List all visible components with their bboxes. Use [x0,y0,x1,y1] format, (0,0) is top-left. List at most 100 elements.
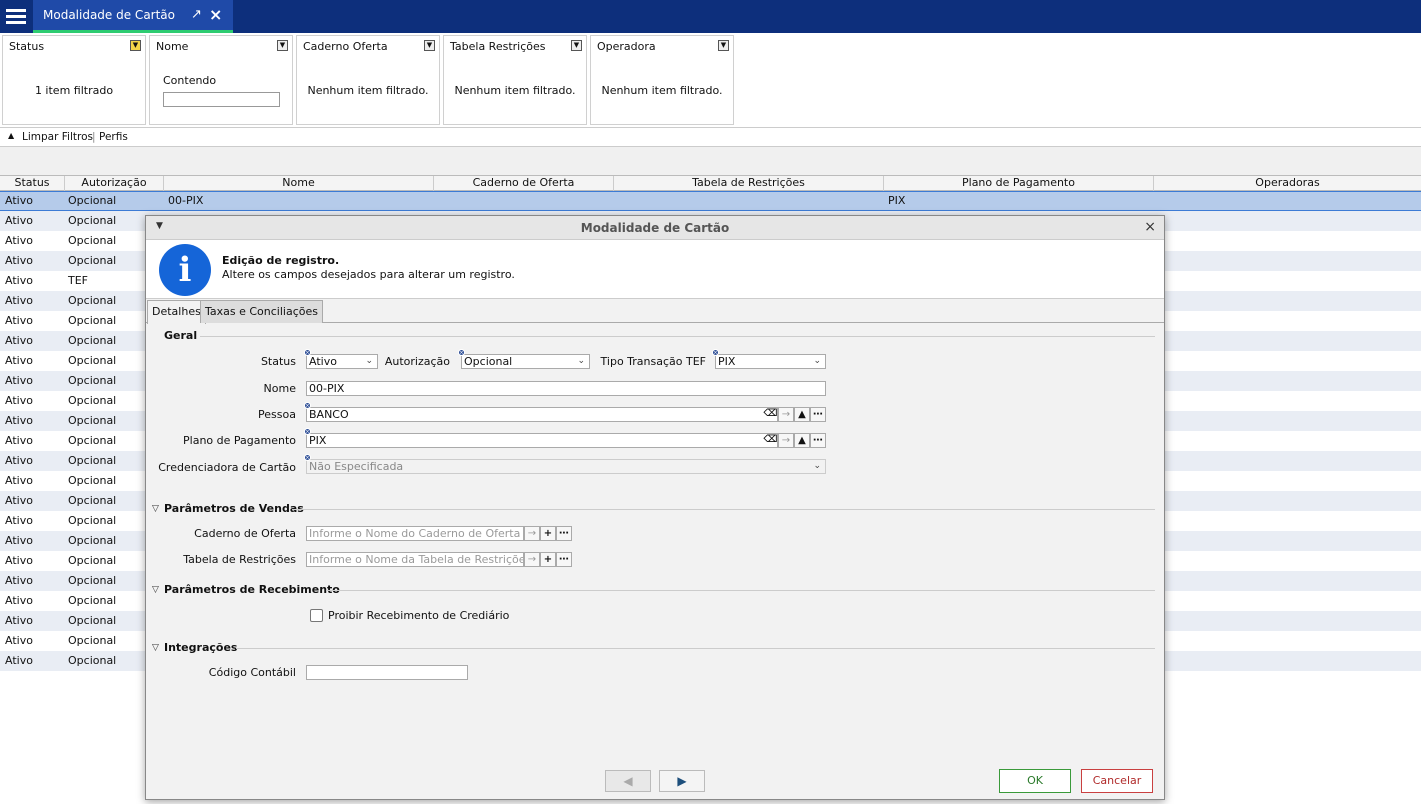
nome-filter-input[interactable] [163,92,280,107]
goto-arrow-icon[interactable]: → [778,407,794,422]
status-label: Status [260,355,296,368]
plano-field[interactable]: PIX [306,433,778,448]
tab-modalidade-cartao[interactable]: Modalidade de Cartão ↗ × [33,0,233,33]
cell-autorizacao: Opcional [68,434,117,447]
filter-panel-nome[interactable]: Nome ▼ Contendo [149,35,293,125]
column-autorizacao[interactable]: Autorização [65,176,164,191]
tef-select[interactable]: PIX ⌄ [715,354,826,369]
cell-autorizacao: Opcional [68,214,117,227]
chevron-down-icon: ⌄ [813,356,821,366]
cell-status: Ativo [5,294,33,307]
cell-status: Ativo [5,414,33,427]
clear-field-icon[interactable]: ⌫ [763,407,778,422]
ok-button[interactable]: OK [999,769,1071,793]
nome-field[interactable]: 00-PIX [306,381,826,396]
up-triangle-icon[interactable]: ▲ [794,407,810,422]
up-triangle-icon[interactable]: ▲ [794,433,810,448]
filter-panel-caderno[interactable]: Caderno Oferta ▼ Nenhum item filtrado. [296,35,440,125]
filter-icon[interactable]: ▼ [424,40,435,51]
cell-autorizacao: Opcional [68,574,117,587]
filter-summary: Nenhum item filtrado. [454,84,576,97]
column-plano[interactable]: Plano de Pagamento [884,176,1154,191]
cell-status: Ativo [5,514,33,527]
section-recebimento-title: Parâmetros de Recebimento [164,583,340,596]
info-header: i Edição de registro. Altere os campos d… [146,240,1164,299]
more-icon[interactable]: ⋯ [556,552,572,567]
nome-label: Nome [263,382,296,395]
column-tabela[interactable]: Tabela de Restrições [614,176,884,191]
tab-taxas[interactable]: Taxas e Conciliações [200,300,323,323]
autorizacao-select[interactable]: Opcional ⌄ [461,354,590,369]
proibir-checkbox[interactable] [310,609,323,622]
cell-autorizacao: Opcional [68,654,117,667]
filter-toolbar: ▲ Limpar Filtros | Perfis [0,127,1421,147]
pessoa-field[interactable]: BANCO [306,407,778,422]
autorizacao-value: Opcional [464,355,513,368]
cell-status: Ativo [5,434,33,447]
next-record-button[interactable]: ▶ [659,770,705,792]
collapse-triangle-icon[interactable]: ▽ [152,504,159,514]
separator: | [92,131,96,143]
tab-detalhes[interactable]: Detalhes [147,300,206,324]
cell-status: Ativo [5,254,33,267]
more-icon[interactable]: ⋯ [810,407,826,422]
add-icon[interactable]: + [540,526,556,541]
column-nome[interactable]: Nome [164,176,434,191]
filter-icon[interactable]: ▼ [718,40,729,51]
filter-title: Status [9,40,45,53]
clear-filters-link[interactable]: Limpar Filtros [22,131,93,143]
filter-summary: Nenhum item filtrado. [307,84,429,97]
column-status[interactable]: Status [0,176,65,191]
cell-autorizacao: Opcional [68,494,117,507]
more-icon[interactable]: ⋯ [810,433,826,448]
required-icon: × [304,349,311,356]
filter-icon[interactable]: ▼ [571,40,582,51]
caderno-input[interactable]: Informe o Nome do Caderno de Oferta [306,526,524,541]
goto-arrow-icon[interactable]: → [778,433,794,448]
credenciadora-value: Não Especificada [309,460,404,473]
credenciadora-select[interactable]: Não Especificada ⌄ [306,459,826,474]
cancel-button[interactable]: Cancelar [1081,769,1153,793]
goto-arrow-icon[interactable]: → [524,526,540,541]
cell-autorizacao: Opcional [68,294,117,307]
cell-status: Ativo [5,654,33,667]
dialog-titlebar[interactable]: ▼ Modalidade de Cartão × [146,216,1164,240]
status-select[interactable]: Ativo ⌄ [306,354,378,369]
filter-icon[interactable]: ▼ [130,40,141,51]
cell-status: Ativo [5,554,33,567]
tabela-input[interactable]: Informe o Nome da Tabela de Restriçõe [306,552,524,567]
codigo-field[interactable] [306,665,468,680]
filter-title: Operadora [597,40,656,53]
collapse-triangle-icon[interactable]: ▽ [152,643,159,653]
goto-arrow-icon[interactable]: → [524,552,540,567]
prev-record-button[interactable]: ◀ [605,770,651,792]
popout-icon[interactable]: ↗ [191,7,202,22]
required-icon: × [458,349,465,356]
collapse-triangle-icon[interactable]: ▽ [152,585,159,595]
cell-autorizacao: Opcional [68,534,117,547]
filter-icon[interactable]: ▼ [277,40,288,51]
close-icon[interactable]: × [1144,219,1156,235]
cell-autorizacao: Opcional [68,334,117,347]
table-row[interactable]: Ativo Opcional 00-PIX PIX [0,191,1421,211]
collapse-icon[interactable]: ▲ [8,131,14,140]
cell-autorizacao: TEF [68,274,88,287]
more-icon[interactable]: ⋯ [556,526,572,541]
close-icon[interactable]: × [209,5,222,24]
tabela-label: Tabela de Restrições [183,553,296,566]
cell-autorizacao: Opcional [68,394,117,407]
column-operadoras[interactable]: Operadoras [1154,176,1421,191]
info-icon: i [159,244,211,296]
filter-panel-tabela[interactable]: Tabela Restrições ▼ Nenhum item filtrado… [443,35,587,125]
filter-panel-status[interactable]: Status ▼ 1 item filtrado [2,35,146,125]
hamburger-menu-icon[interactable] [0,0,32,32]
cell-autorizacao: Opcional [68,374,117,387]
add-icon[interactable]: + [540,552,556,567]
chevron-down-icon: ⌄ [577,356,585,366]
column-caderno[interactable]: Caderno de Oferta [434,176,614,191]
clear-field-icon[interactable]: ⌫ [763,433,778,448]
section-divider [292,509,1155,510]
profiles-link[interactable]: Perfis [99,131,128,143]
proibir-label[interactable]: Proibir Recebimento de Crediário [328,609,509,622]
filter-panel-operadora[interactable]: Operadora ▼ Nenhum item filtrado. [590,35,734,125]
